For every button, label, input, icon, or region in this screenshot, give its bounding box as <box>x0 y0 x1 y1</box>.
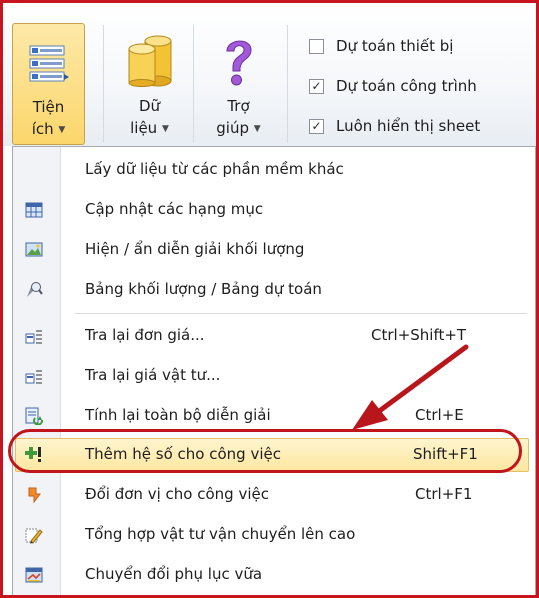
checkbox-box[interactable]: ✓ <box>309 78 324 94</box>
ribbon: Tiện ích ▼ Dữ liệu ▼ Trợ giúp ▼ Dự toán … <box>3 3 536 146</box>
menu-item-label: Lấy dữ liệu từ các phần mềm khác <box>85 160 344 178</box>
menu-item-label: Tra lại đơn giá... <box>85 326 205 344</box>
menu-separator <box>75 313 527 314</box>
checkmark-icon: ✓ <box>311 79 322 93</box>
data-label-line2: liệu <box>130 119 158 137</box>
menu-item-lookup-material-price[interactable]: Tra lại giá vật tư... <box>13 357 535 395</box>
menu-item-quantity-estimate-table[interactable]: Bảng khối lượng / Bảng dự toán <box>13 271 535 309</box>
menu-item-shortcut: Ctrl+Shift+T <box>371 326 467 344</box>
change-unit-icon <box>28 487 41 504</box>
chevron-down-icon: ▼ <box>253 124 261 134</box>
chevron-down-icon: ▼ <box>58 125 66 135</box>
utilities-dropdown-menu: Lấy dữ liệu từ các phần mềm khác Cập nhậ… <box>12 146 536 598</box>
ribbon-separator <box>287 25 288 143</box>
magnifier-table-icon <box>27 282 43 297</box>
menu-item-import-data[interactable]: Lấy dữ liệu từ các phần mềm khác <box>13 151 535 189</box>
pencil-summary-icon <box>25 528 43 544</box>
ribbon-separator <box>193 25 194 143</box>
price-lookup-icon <box>25 330 42 344</box>
menu-item-label: Tra lại giá vật tư... <box>85 366 221 384</box>
help-label-line2: giúp <box>216 119 249 137</box>
grid-update-icon <box>25 202 43 218</box>
help-question-icon <box>225 40 252 86</box>
checkbox-box[interactable]: ✓ <box>309 118 324 134</box>
recalculate-icon <box>25 407 43 425</box>
menu-item-shortcut: Ctrl+F1 <box>415 485 473 503</box>
checkbox-label: Luôn hiển thị sheet <box>336 117 481 135</box>
checkbox-label: Dự toán thiết bị <box>336 37 454 55</box>
highlight-oval-annotation <box>8 429 522 473</box>
menu-item-label: Tổng hợp vật tư vận chuyển lên cao <box>85 525 356 543</box>
checkmark-icon: ✓ <box>311 119 322 133</box>
database-icon <box>128 35 171 87</box>
convert-appendix-icon <box>25 567 43 583</box>
help-label-line1: Trợ <box>227 97 250 115</box>
chevron-down-icon: ▼ <box>161 124 169 134</box>
utilities-button[interactable]: Tiện ích ▼ <box>12 23 85 145</box>
checkbox-label: Dự toán công trình <box>336 77 477 95</box>
menu-item-label: Bảng khối lượng / Bảng dự toán <box>85 280 322 298</box>
menu-item-toggle-explanation[interactable]: Hiện / ẩn diễn giải khối lượng <box>13 231 535 269</box>
checkbox-always-show-sheet[interactable]: ✓ Luôn hiển thị sheet <box>309 114 480 138</box>
menu-item-high-transport-materials[interactable]: Tổng hợp vật tư vận chuyển lên cao <box>13 516 535 554</box>
ribbon-separator <box>103 25 104 143</box>
help-button[interactable]: Trợ giúp ▼ <box>202 23 275 145</box>
menu-item-shortcut: Ctrl+E <box>415 406 464 424</box>
utilities-label-line1: Tiện <box>32 98 65 116</box>
menu-item-convert-mortar-appendix[interactable]: Chuyển đổi phụ lục vữa <box>13 556 535 594</box>
utilities-icon <box>29 45 69 82</box>
material-price-icon <box>25 370 42 384</box>
data-label-line1: Dữ <box>138 97 161 115</box>
menu-item-label: Cập nhật các hạng mục <box>85 200 264 218</box>
menu-item-label: Tính lại toàn bộ diễn giải <box>85 406 271 424</box>
data-button[interactable]: Dữ liệu ▼ <box>113 23 186 145</box>
picture-toggle-icon <box>25 242 43 257</box>
checkbox-equipment-estimate[interactable]: Dự toán thiết bị <box>309 34 453 58</box>
checkbox-construction-estimate[interactable]: ✓ Dự toán công trình <box>309 74 477 98</box>
menu-item-label: Hiện / ẩn diễn giải khối lượng <box>85 240 305 258</box>
menu-item-label: Chuyển đổi phụ lục vữa <box>85 565 263 583</box>
menu-item-change-unit[interactable]: Đổi đơn vị cho công việc Ctrl+F1 <box>13 476 535 514</box>
menu-item-label: Đổi đơn vị cho công việc <box>85 485 269 503</box>
utilities-label-line2: ích <box>31 120 54 138</box>
menu-item-update-categories[interactable]: Cập nhật các hạng mục <box>13 191 535 229</box>
menu-item-lookup-unit-price[interactable]: Tra lại đơn giá... Ctrl+Shift+T <box>13 317 535 355</box>
checkbox-box[interactable] <box>309 38 324 54</box>
